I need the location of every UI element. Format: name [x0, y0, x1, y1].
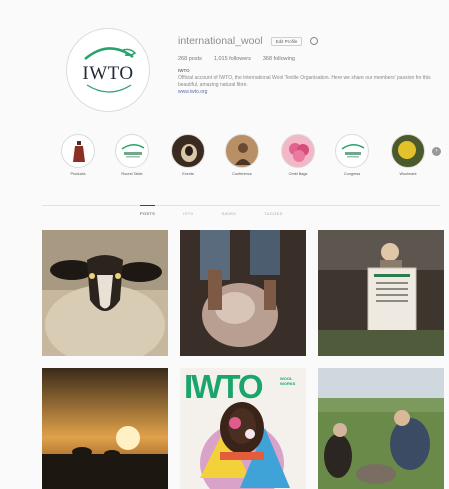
- gear-icon[interactable]: [310, 37, 319, 45]
- tab-saved[interactable]: SAVED: [222, 211, 237, 216]
- post-child-sign[interactable]: [318, 230, 444, 356]
- chevron-right-icon[interactable]: ›: [432, 147, 441, 156]
- highlight-label: Products: [70, 172, 86, 176]
- highlight-label: Events: [182, 172, 194, 176]
- posts-count: 268 posts: [178, 56, 202, 62]
- following-count[interactable]: 368 following: [263, 56, 295, 62]
- magazine-cover-tag: WOOL WORKS: [280, 376, 296, 386]
- story-highlights: Products Round Table Events Conference O…: [58, 134, 441, 180]
- profile-bio: Official account of IWTO, the Internatio…: [178, 75, 431, 88]
- flower-icon: [281, 134, 315, 168]
- highlight-congress[interactable]: Congress: [332, 134, 372, 176]
- profile-link[interactable]: www.iwto.org: [178, 89, 440, 95]
- post-sheep-face[interactable]: [42, 230, 168, 356]
- yellow-circle-icon: [391, 134, 425, 168]
- post-shearing[interactable]: [180, 230, 306, 356]
- highlight-label: Conference: [232, 172, 252, 176]
- magazine-cover-title: IWTO: [184, 368, 264, 405]
- highlight-conference[interactable]: Conference: [222, 134, 262, 176]
- highlight-label: Ombi Bags: [288, 172, 308, 176]
- tab-igtv[interactable]: IGTV: [183, 211, 194, 216]
- username: international_wool: [178, 35, 263, 47]
- highlight-events[interactable]: Events: [168, 134, 208, 176]
- post-iwto-magazine[interactable]: IWTO WOOL WORKS: [180, 368, 306, 489]
- tab-tagged[interactable]: TAGGED: [264, 211, 282, 216]
- edit-profile-button[interactable]: Edit Profile: [270, 36, 303, 46]
- avatar[interactable]: IWTO: [66, 28, 150, 112]
- dress-icon: [61, 134, 95, 168]
- highlight-ombi-bags[interactable]: Ombi Bags: [278, 134, 318, 176]
- profile-fullname: IWTO: [178, 68, 190, 73]
- highlight-products[interactable]: Products: [58, 134, 98, 176]
- highlight-label: Congress: [343, 172, 361, 176]
- avatar-logo-text: IWTO: [82, 63, 134, 84]
- highlight-round-table[interactable]: Round Table: [112, 134, 152, 176]
- profile-tabs: POSTS IGTV SAVED TAGGED: [140, 205, 340, 216]
- profile-info: international_wool Edit Profile 268 post…: [178, 34, 440, 95]
- post-sunset[interactable]: [42, 368, 168, 489]
- iwto-logo-icon: [115, 134, 149, 168]
- divider: [42, 205, 440, 206]
- profile-stats: 268 posts 1,015 followers 368 following: [178, 56, 440, 62]
- sheep-icon: [171, 134, 205, 168]
- iwto-logo-icon: [335, 134, 369, 168]
- person-icon: [225, 134, 259, 168]
- followers-count[interactable]: 1,015 followers: [214, 56, 251, 62]
- highlight-woolmark[interactable]: Woolmark: [388, 134, 428, 176]
- tab-posts[interactable]: POSTS: [140, 205, 156, 216]
- profile-page: IWTO international_wool Edit Profile 268…: [0, 0, 449, 489]
- highlight-label: Round Table: [121, 172, 143, 176]
- highlight-label: Woolmark: [399, 172, 417, 176]
- post-field-people[interactable]: [318, 368, 444, 489]
